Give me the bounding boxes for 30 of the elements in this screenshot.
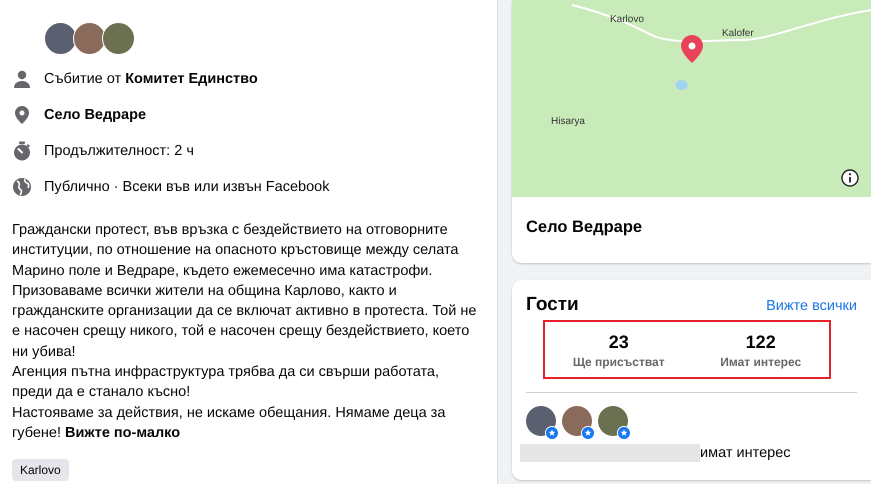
info-icon[interactable] (841, 169, 859, 187)
location-pin-icon (12, 105, 32, 125)
guest-count-label[interactable]: Ще присъстват (572, 355, 665, 369)
see-all-link[interactable]: Вижте всички (766, 298, 857, 314)
map-pin-icon (681, 35, 703, 63)
globe-icon (12, 177, 32, 197)
avatar[interactable] (44, 22, 77, 55)
map-label: Karlovo (610, 14, 644, 25)
event-detail-text: Събитие от Комитет Единство (44, 71, 258, 87)
star-badge-icon (581, 426, 595, 440)
event-detail-text: Публично · Всеки във или извън Facebook (44, 179, 330, 195)
event-detail-text: Продължителност: 2 ч (44, 143, 194, 159)
interested-text: имат интерес (700, 445, 791, 461)
star-badge-icon (617, 426, 631, 440)
stopwatch-icon (12, 141, 32, 161)
place-name: Село Ведраре (525, 217, 644, 238)
star-badge-icon (545, 426, 559, 440)
avatar[interactable] (102, 22, 135, 55)
guests-heading: Гости (526, 294, 579, 316)
map-label: Hisarya (551, 116, 585, 127)
avatar[interactable] (73, 22, 106, 55)
guest-count[interactable]: 23 (608, 332, 629, 353)
event-description: Граждански протест, във връзка с бездействието на отговорните институции, по отношение на опасното кръстовище между селата Марино поле и Ведраре, където ежемесечно има катастрофи. Призоваваме всички жители на община Карлово, както и гражданските организации да се включат активно в протеста. Той не е насочен срещу никого, той е насочен срещу бездействието, което ни убива! Агенция пътна инфраструктура трябва да си свърши работата, преди да е станало късно! Настояваме за действия, не искаме обещания. Нямаме деца за губене! Вижте по-малко (12, 221, 478, 443)
see-less-link[interactable]: Вижте по-малко (65, 424, 180, 441)
map-label: Kalofer (722, 28, 754, 39)
person-icon (12, 69, 32, 89)
tag-chip[interactable]: Karlovo (12, 459, 69, 482)
guest-count-label[interactable]: Имат интерес (720, 355, 802, 369)
guest-count[interactable]: 122 (746, 332, 776, 353)
event-detail-text: Село Ведраре (44, 107, 146, 123)
